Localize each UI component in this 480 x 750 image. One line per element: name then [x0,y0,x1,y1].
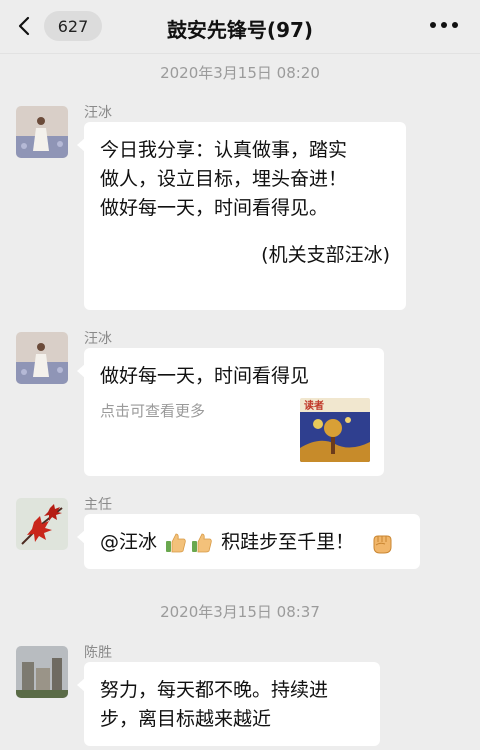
sender-name: 主任 [84,497,112,513]
message-row: 汪冰 今日我分享：认真做事，踏实 做人，设立目标，埋头奋进！ 做好每一天，时间看… [0,100,480,315]
message-bubble[interactable]: 努力，每天都不晚。持续进 步，离目标越来越近 [77,662,380,746]
link-card[interactable]: 做好每一天，时间看得见 点击可查看更多 读者 [77,348,384,476]
avatar[interactable] [16,332,68,384]
more-dots-icon[interactable] [430,22,458,28]
chat-header: 627 鼓安先锋号(97) [0,0,480,54]
message-line: 做人，设立目标，埋头奋进！ [100,168,348,190]
chat-title: 鼓安先锋号(97) [166,18,314,42]
message-line: 努力，每天都不晚。持续进 [100,679,329,701]
message-line: 今日我分享：认真做事，踏实 [100,139,348,161]
thumbs-up-emoji [164,531,188,555]
message-signature: (机关支部汪冰) [261,244,390,266]
fist-emoji [370,531,394,555]
thumbnail-text: 读者 [304,399,324,412]
message-bubble[interactable]: @汪冰 积跬步至千里！ [77,514,420,569]
timestamp: 2020年3月15日 08:20 [160,64,320,82]
sender-name: 陈胜 [84,645,112,661]
avatar[interactable] [16,106,68,158]
message-row: 汪冰 做好每一天，时间看得见 点击可查看更多 读者 [0,326,480,481]
avatar[interactable] [16,646,68,698]
thumbs-up-emoji [190,531,214,555]
message-row: 陈胜 努力，每天都不晚。持续进 步，离目标越来越近 [0,640,480,750]
message-row: 主任 @汪冰 积跬步至千里！ [0,492,480,572]
message-text: 积跬步至千里！ [221,531,355,553]
timestamp: 2020年3月15日 08:37 [160,603,320,621]
message-bubble[interactable]: 今日我分享：认真做事，踏实 做人，设立目标，埋头奋进！ 做好每一天，时间看得见。… [77,122,406,310]
message-line: 做好每一天，时间看得见。 [100,197,329,219]
avatar[interactable] [16,498,68,550]
link-card-title: 做好每一天，时间看得见 [100,365,310,387]
link-card-thumbnail: 读者 [300,398,370,462]
message-line: 步，离目标越来越近 [100,708,272,730]
sender-name: 汪冰 [84,105,112,121]
mention[interactable]: @汪冰 [100,531,157,553]
sender-name: 汪冰 [84,331,112,347]
